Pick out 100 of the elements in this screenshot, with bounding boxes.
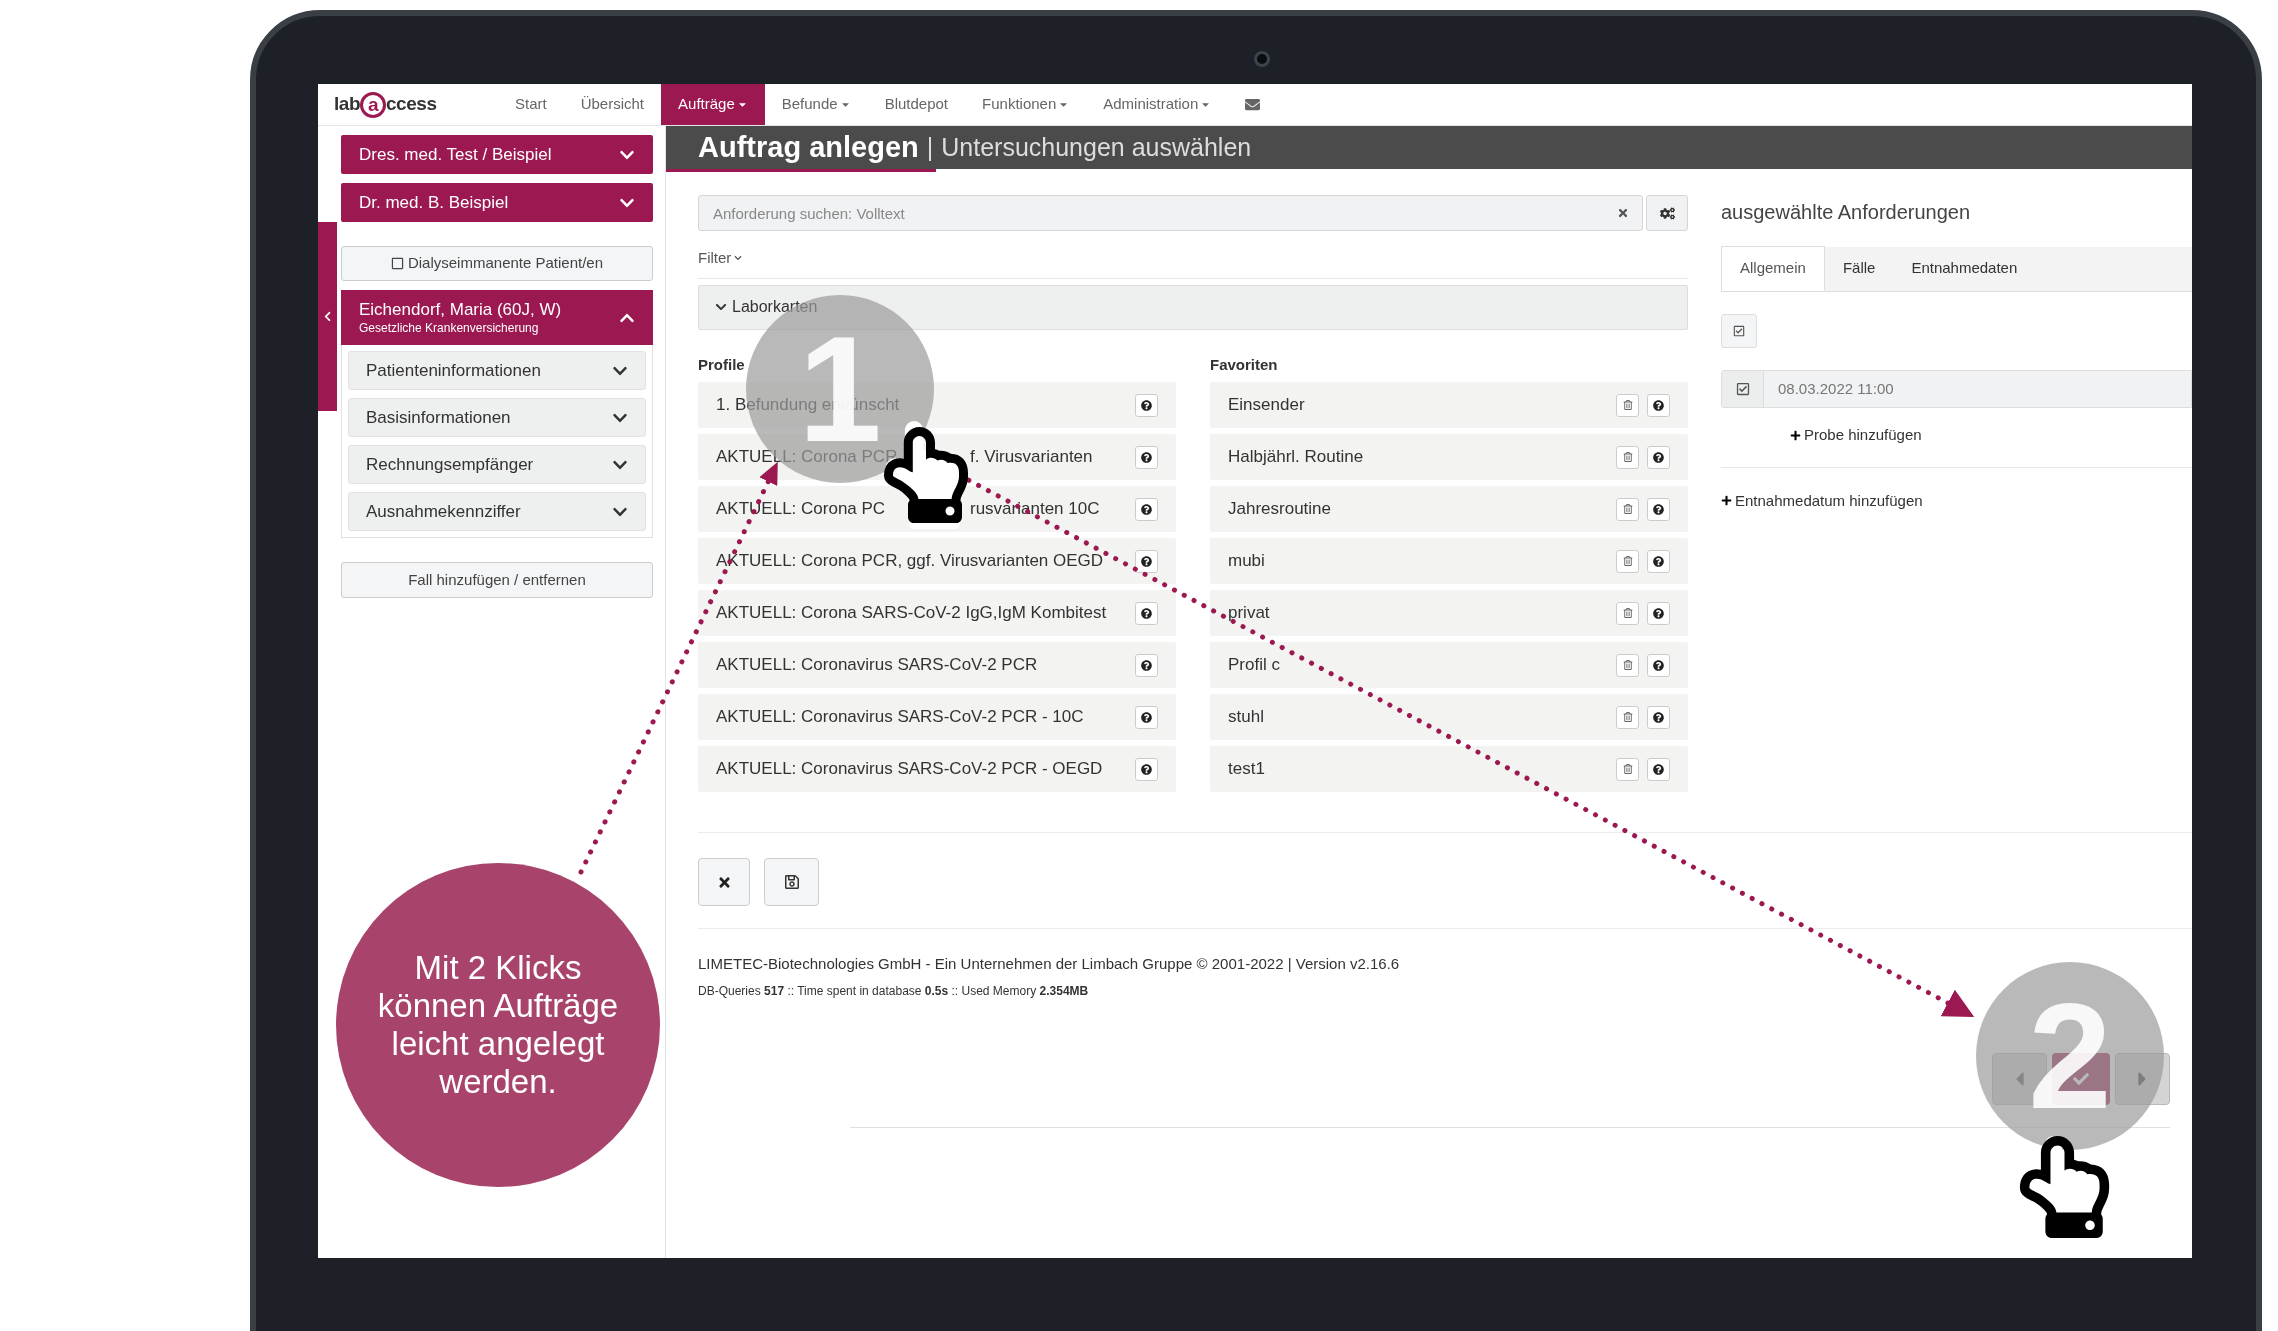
help-icon: [1141, 659, 1152, 671]
profile-row[interactable]: AKTUELL: Coronavirus SARS-CoV-2 PCR - OEGD: [698, 746, 1176, 792]
chevron-down-icon: [715, 301, 727, 313]
row-label: Profil c: [1228, 654, 1280, 677]
info-button[interactable]: [1135, 393, 1158, 417]
filter-toggle[interactable]: Filter: [698, 247, 743, 270]
info-button[interactable]: [1647, 653, 1670, 677]
add-sample-link[interactable]: Probe hinzufügen: [1790, 424, 1922, 447]
info-button[interactable]: [1647, 497, 1670, 521]
favorite-row[interactable]: Jahresroutine: [1210, 486, 1688, 532]
date-value: 08.03.2022 11:00: [1777, 378, 1894, 399]
delete-button[interactable]: [1616, 445, 1639, 469]
delete-button[interactable]: [1616, 653, 1639, 677]
section-label: Basisinformationen: [366, 406, 511, 429]
dialysis-toggle[interactable]: Dialyseimmanente Patient/en: [341, 246, 653, 281]
case-button[interactable]: Fall hinzufügen / entfernen: [341, 562, 653, 598]
nav-item[interactable]: Funktionen: [965, 84, 1087, 125]
row-label: Jahresroutine: [1228, 498, 1331, 521]
info-button[interactable]: [1135, 497, 1158, 521]
panel-tab[interactable]: Allgemein: [1721, 246, 1825, 291]
profile-row[interactable]: AKTUELL: Corona PCR, ggf. Virusvarianten OEGD: [698, 538, 1176, 584]
clear-icon[interactable]: [1617, 207, 1629, 219]
footer-stats: DB-Queries 517 :: Time spent in database 0.5s :: Used Memory 2.354MB: [698, 982, 1090, 1000]
help-icon: [1141, 399, 1152, 411]
section-accordion[interactable]: Rechnungsempfänger: [348, 445, 646, 484]
section-accordion[interactable]: Patienteninformationen: [348, 351, 646, 390]
section-accordion[interactable]: Ausnahmekennziffer: [348, 492, 646, 531]
favorite-row[interactable]: Halbjährl. Routine: [1210, 434, 1688, 480]
info-button[interactable]: [1647, 393, 1670, 417]
profile-row[interactable]: AKTUELL: Coronavirus SARS-CoV-2 PCR: [698, 642, 1176, 688]
profile-row[interactable]: AKTUELL: Coronavirus SARS-CoV-2 PCR - 10C: [698, 694, 1176, 740]
help-icon: [1653, 555, 1664, 567]
doctor-dropdown[interactable]: Dr. med. B. Beispiel: [341, 183, 653, 222]
favorite-row[interactable]: privat: [1210, 590, 1688, 636]
row-label: AKTUELL: Corona SARS-CoV-2 IgG,IgM Kombitest: [716, 602, 1107, 625]
nav-item[interactable]: Befunde: [764, 84, 868, 125]
info-button[interactable]: [1135, 601, 1158, 625]
patient-header[interactable]: Eichendorf, Maria (60J, W) Gesetzliche Krankenversicherung: [341, 290, 653, 345]
panel-tab[interactable]: Fälle: [1824, 246, 1894, 291]
nav-item[interactable]: Administration: [1086, 84, 1229, 125]
save-button[interactable]: [764, 858, 819, 906]
info-button[interactable]: [1647, 549, 1670, 573]
help-icon: [1141, 711, 1152, 723]
doctor-dropdown[interactable]: Dres. med. Test / Beispiel: [341, 135, 653, 174]
mail-icon[interactable]: [1245, 97, 1261, 112]
nav-item[interactable]: Übersicht: [563, 84, 662, 125]
help-icon: [1141, 503, 1152, 515]
help-icon: [1653, 711, 1664, 723]
nav-item[interactable]: Start: [498, 84, 564, 125]
delete-button[interactable]: [1616, 601, 1639, 625]
trash-icon: [1622, 452, 1633, 462]
delete-button[interactable]: [1616, 705, 1639, 729]
favorite-row[interactable]: Einsender: [1210, 382, 1688, 428]
section-label: Rechnungsempfänger: [366, 453, 534, 476]
cancel-button[interactable]: [698, 858, 750, 906]
section-label: Patienteninformationen: [366, 359, 541, 382]
info-button[interactable]: [1135, 445, 1158, 469]
search-field[interactable]: Anforderung suchen: Volltext: [698, 195, 1643, 231]
row-label: f. Virusvarianten: [970, 446, 1093, 469]
trash-icon: [1622, 504, 1633, 514]
doctor-name: Dres. med. Test / Beispiel: [359, 143, 552, 166]
date-field[interactable]: 08.03.2022 11:00: [1721, 370, 2192, 408]
delete-button[interactable]: [1616, 757, 1639, 781]
favorite-row[interactable]: test1: [1210, 746, 1688, 792]
info-button[interactable]: [1647, 445, 1670, 469]
section-accordion[interactable]: Basisinformationen: [348, 398, 646, 437]
add-date-link[interactable]: Entnahmedatum hinzufügen: [1721, 489, 1923, 512]
nav-item[interactable]: Aufträge: [661, 84, 765, 125]
footer-company: LIMETEC-Biotechnologies GmbH - Ein Unternehmen der Limbach Gruppe © 2001-2022 | Version v2.16.6: [698, 954, 1401, 974]
insurance-label: Gesetzliche Krankenversicherung: [359, 320, 540, 336]
info-button[interactable]: [1135, 705, 1158, 729]
favorite-row[interactable]: stuhl: [1210, 694, 1688, 740]
help-icon: [1653, 607, 1664, 619]
profile-row[interactable]: AKTUELL: Corona SARS-CoV-2 IgG,IgM Kombitest: [698, 590, 1176, 636]
favorite-row[interactable]: Profil c: [1210, 642, 1688, 688]
info-button[interactable]: [1647, 757, 1670, 781]
nav-item[interactable]: Blutdepot: [867, 84, 966, 125]
lab-cards-bar[interactable]: Laborkarten: [698, 284, 1688, 330]
row-label: mubi: [1228, 550, 1265, 573]
info-button[interactable]: [1135, 757, 1158, 781]
settings-button[interactable]: [1646, 195, 1688, 231]
info-button[interactable]: [1647, 705, 1670, 729]
panel-tab[interactable]: Entnahmedaten: [1893, 246, 2036, 291]
help-icon: [1141, 763, 1152, 775]
column-heading: Favoriten: [1210, 354, 1279, 375]
info-button[interactable]: [1647, 601, 1670, 625]
plus-icon: [1721, 495, 1732, 507]
section-label: Ausnahmekennziffer: [366, 500, 521, 523]
delete-button[interactable]: [1616, 497, 1639, 521]
row-label: AKTUELL: Coronavirus SARS-CoV-2 PCR - 10C: [716, 706, 1084, 729]
favorite-row[interactable]: mubi: [1210, 538, 1688, 584]
trash-icon: [1622, 712, 1633, 722]
plus-icon: [1790, 429, 1801, 441]
info-button[interactable]: [1135, 549, 1158, 573]
select-all-button[interactable]: [1721, 314, 1757, 348]
help-icon: [1653, 503, 1664, 515]
camera-icon: [1254, 51, 1270, 67]
info-button[interactable]: [1135, 653, 1158, 677]
delete-button[interactable]: [1616, 393, 1639, 417]
delete-button[interactable]: [1616, 549, 1639, 573]
